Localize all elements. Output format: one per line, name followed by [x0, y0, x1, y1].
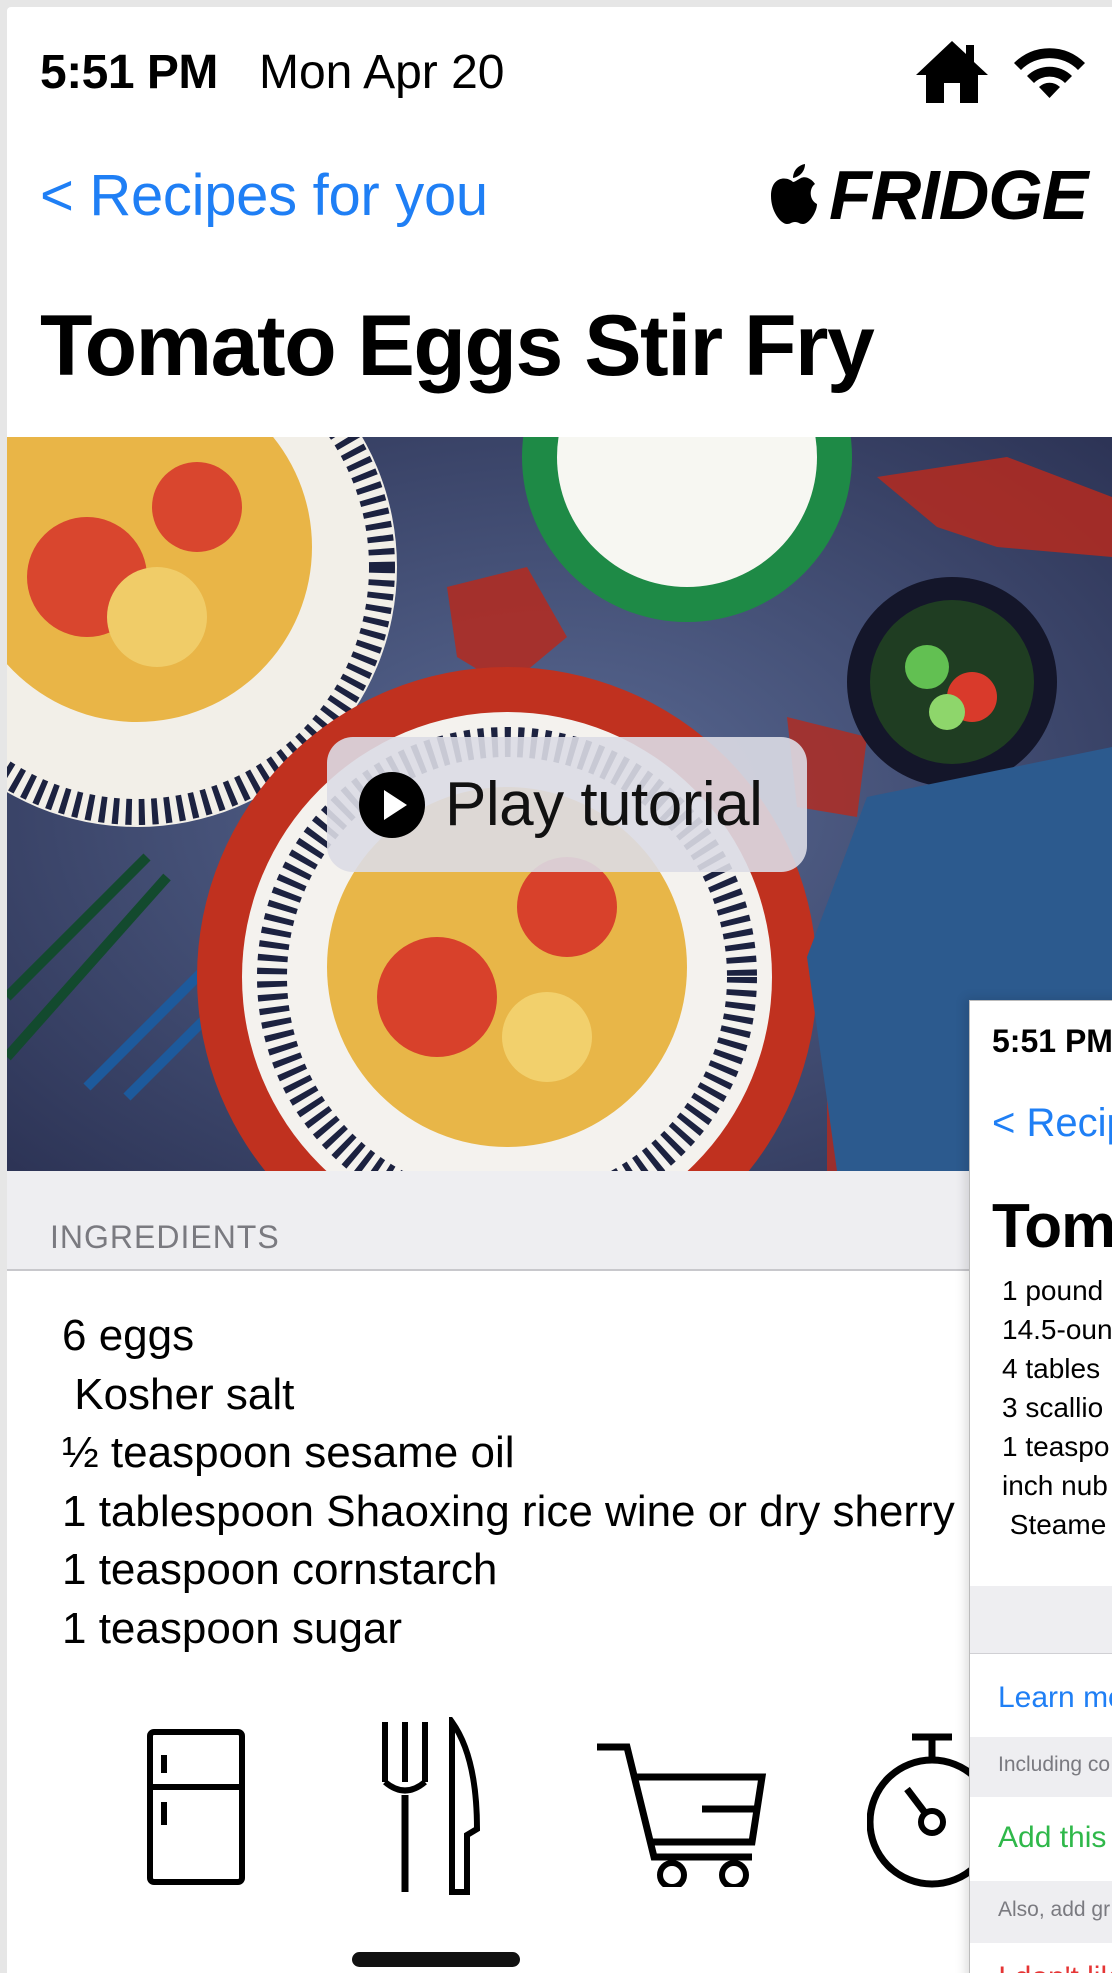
overlay-also-add-note: Also, add gr	[998, 1898, 1111, 1921]
overlay-status-time: 5:51 PM	[992, 1023, 1112, 1059]
ingredients-header: INGREDIENTS	[7, 1171, 1112, 1271]
home-icon	[916, 41, 988, 103]
apple-icon	[771, 164, 817, 224]
play-tutorial-button[interactable]: Play tutorial	[327, 737, 807, 872]
wifi-icon	[1014, 48, 1085, 98]
fridge-icon[interactable]	[142, 1717, 252, 1887]
status-date: Mon Apr 20	[259, 46, 505, 99]
overlay-learn-more-link[interactable]: Learn mo	[998, 1681, 1112, 1715]
overlay-back-link[interactable]: < Recip	[992, 1101, 1112, 1146]
overlay-window[interactable]: 5:51 PM < Recip Toma 1 pound 14.5-oun 4 …	[969, 1000, 1112, 1973]
brand-name: FRIDGE	[829, 156, 1088, 234]
overlay-dislike-button[interactable]: I don't lik	[998, 1961, 1112, 1973]
ingredients-header-label: INGREDIENTS	[50, 1219, 280, 1255]
app-screen: 5:51 PM Mon Apr 20 < Recipes for you FRI…	[7, 7, 1112, 1973]
overlay-recipe-title: Toma	[992, 1192, 1112, 1261]
cart-icon[interactable]	[592, 1717, 772, 1887]
play-tutorial-label: Play tutorial	[445, 770, 763, 839]
play-icon	[359, 771, 425, 838]
fork-knife-icon[interactable]	[377, 1717, 487, 1897]
brand-logo: FRIDGE	[767, 155, 1088, 235]
overlay-including-note: Including co	[998, 1753, 1111, 1776]
ingredients-list: 6 eggs Kosher salt ½ teaspoon sesame oil…	[62, 1311, 955, 1653]
overlay-section-divider	[970, 1586, 1112, 1654]
back-to-recipes-link[interactable]: < Recipes for you	[40, 162, 488, 229]
status-time: 5:51 PM	[40, 46, 218, 99]
recipe-title: Tomato Eggs Stir Fry	[40, 298, 875, 394]
home-indicator[interactable]	[352, 1952, 520, 1967]
overlay-add-this-button[interactable]: Add this	[998, 1821, 1106, 1855]
overlay-ingredients-list: 1 pound 14.5-oun 4 tables 3 scallio 1 te…	[1002, 1275, 1112, 1540]
